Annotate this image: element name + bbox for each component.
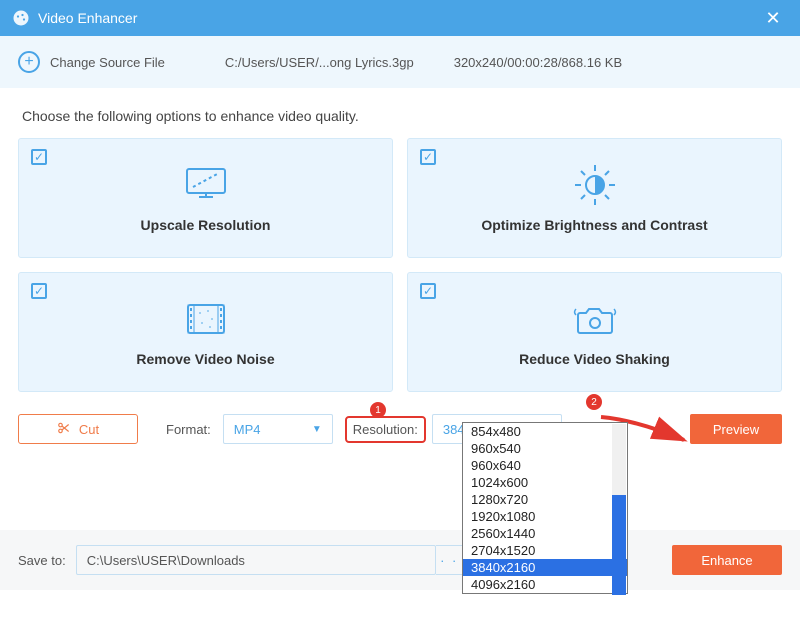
- dropdown-option[interactable]: 3840x2160: [463, 559, 627, 576]
- dropdown-option[interactable]: 1280x720: [463, 491, 627, 508]
- dropdown-option[interactable]: 1024x600: [463, 474, 627, 491]
- dropdown-option[interactable]: 960x640: [463, 457, 627, 474]
- checkbox-shaking[interactable]: ✓: [420, 283, 436, 299]
- checkbox-noise[interactable]: ✓: [31, 283, 47, 299]
- preview-button[interactable]: Preview: [690, 414, 782, 444]
- resolution-dropdown[interactable]: 854x480960x540960x6401024x6001280x720192…: [462, 422, 628, 594]
- instruction-text: Choose the following options to enhance …: [0, 88, 800, 138]
- checkbox-upscale[interactable]: ✓: [31, 149, 47, 165]
- app-title: Video Enhancer: [38, 10, 758, 26]
- cut-button[interactable]: Cut: [18, 414, 138, 444]
- dropdown-option[interactable]: 960x540: [463, 440, 627, 457]
- resolution-label: Resolution:: [353, 422, 418, 437]
- card-label: Remove Video Noise: [136, 351, 274, 367]
- add-source-icon[interactable]: +: [18, 51, 40, 73]
- source-path: C:/Users/USER/...ong Lyrics.3gp: [225, 55, 414, 70]
- card-upscale[interactable]: ✓ Upscale Resolution: [18, 138, 393, 258]
- card-brightness[interactable]: ✓ Optimize Brightness and Contrast: [407, 138, 782, 258]
- sun-icon: [573, 163, 617, 207]
- dropdown-option[interactable]: 854x480: [463, 423, 627, 440]
- card-noise[interactable]: ✓ Remove Video Noise: [18, 272, 393, 392]
- annotation-badge-2: 2: [586, 394, 602, 410]
- format-label: Format:: [150, 422, 211, 437]
- format-value: MP4: [234, 422, 261, 437]
- change-source-button[interactable]: Change Source File: [50, 55, 165, 70]
- annotation-badge-1: 1: [370, 402, 386, 418]
- card-label: Upscale Resolution: [141, 217, 271, 233]
- cut-label: Cut: [79, 422, 99, 437]
- chevron-down-icon: ▼: [312, 424, 322, 435]
- dropdown-option[interactable]: 2560x1440: [463, 525, 627, 542]
- card-label: Optimize Brightness and Contrast: [481, 217, 707, 233]
- dropdown-option[interactable]: 2704x1520: [463, 542, 627, 559]
- titlebar: Video Enhancer ✕: [0, 0, 800, 36]
- format-select[interactable]: MP4 ▼: [223, 414, 333, 444]
- card-shaking[interactable]: ✓ Reduce Video Shaking: [407, 272, 782, 392]
- palette-icon: [12, 9, 30, 27]
- card-label: Reduce Video Shaking: [519, 351, 670, 367]
- resolution-label-highlight: Resolution:: [345, 416, 426, 443]
- scissors-icon: [57, 421, 71, 438]
- camera-icon: [570, 297, 620, 341]
- save-row: Save to: C:\Users\USER\Downloads · · · E…: [0, 530, 800, 590]
- close-icon[interactable]: ✕: [758, 8, 788, 29]
- option-cards: ✓ Upscale Resolution ✓ Optimize Brightne…: [0, 138, 800, 392]
- checkbox-brightness[interactable]: ✓: [420, 149, 436, 165]
- controls-row: Cut Format: MP4 ▼ 1 Resolution: 3840x216…: [0, 392, 800, 444]
- source-bar: + Change Source File C:/Users/USER/...on…: [0, 36, 800, 88]
- dropdown-option[interactable]: 1920x1080: [463, 508, 627, 525]
- source-info: 320x240/00:00:28/868.16 KB: [454, 55, 622, 70]
- save-label: Save to:: [18, 553, 66, 568]
- dropdown-option[interactable]: 4096x2160: [463, 576, 627, 593]
- scrollbar-thumb[interactable]: [612, 495, 626, 595]
- enhance-button[interactable]: Enhance: [672, 545, 782, 575]
- monitor-icon: [183, 163, 229, 207]
- film-icon: [182, 297, 230, 341]
- save-path-input[interactable]: C:\Users\USER\Downloads: [76, 545, 436, 575]
